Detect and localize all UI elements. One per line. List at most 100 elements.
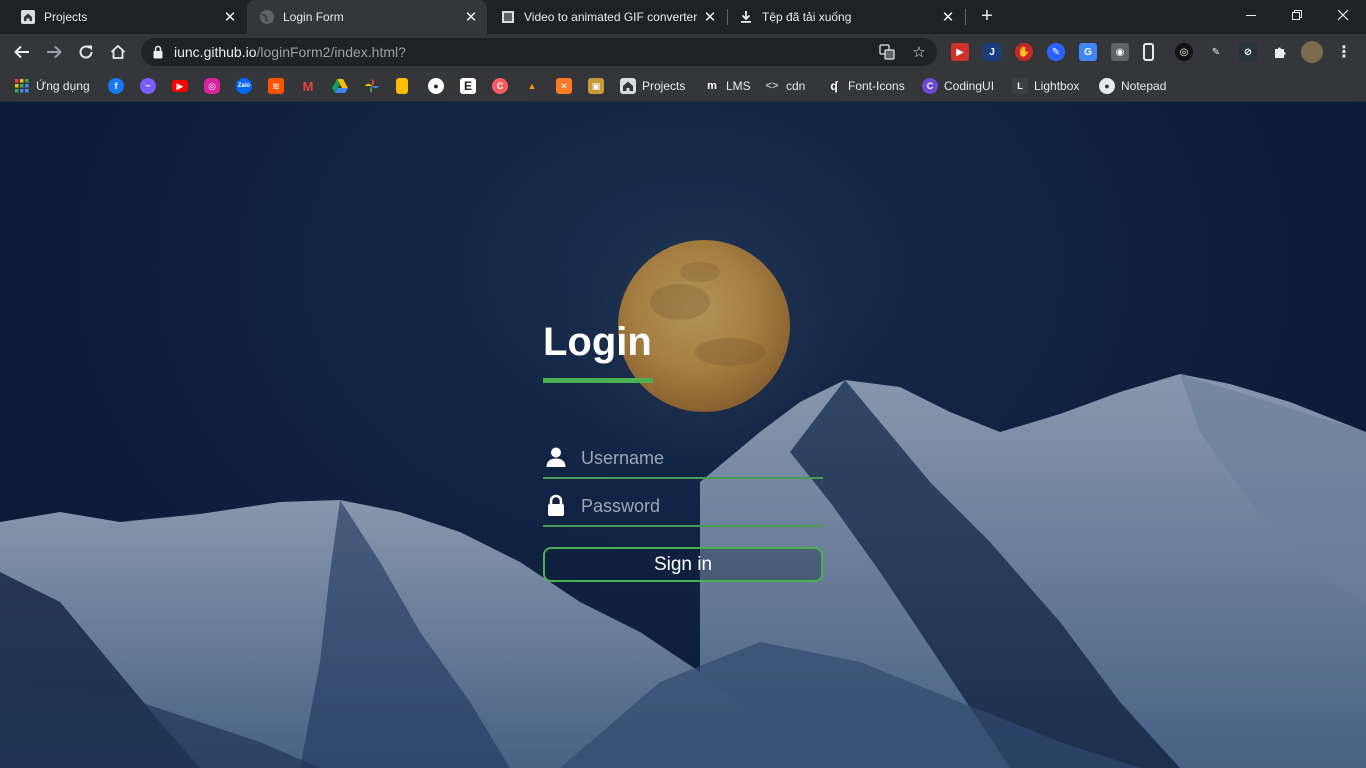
code-icon: <>: [765, 80, 779, 92]
bookmark-e[interactable]: E: [460, 76, 476, 96]
sign-in-button[interactable]: Sign in: [543, 547, 823, 582]
home-icon: [620, 78, 636, 94]
bookmark-gmail[interactable]: M: [300, 76, 316, 96]
close-icon: [1337, 9, 1349, 21]
codingui-icon: C: [922, 78, 938, 94]
title-underline: [543, 378, 653, 383]
home-button[interactable]: [106, 40, 130, 64]
back-button[interactable]: [10, 40, 34, 64]
freecodecamp-icon: ▲: [527, 81, 537, 91]
bookmark-lightbox[interactable]: L Lightbox: [1012, 76, 1079, 96]
bookmark-label: Projects: [642, 79, 686, 93]
font-icon: ʠ: [830, 79, 838, 93]
tab-title: Tệp đã tải xuống: [762, 10, 852, 24]
translate-icon[interactable]: [879, 44, 895, 60]
restore-button[interactable]: [1274, 0, 1320, 30]
close-icon[interactable]: ✕: [938, 7, 958, 27]
bookmark-projects[interactable]: Projects: [620, 76, 685, 96]
extension-icon[interactable]: ▶: [951, 43, 969, 61]
messenger-icon: ~: [140, 78, 156, 94]
address-bar[interactable]: iunc.github.io/loginForm2/index.html? ☆: [141, 38, 937, 66]
bookmark-codingui[interactable]: C CodingUI: [922, 76, 994, 96]
password-field: [543, 487, 823, 527]
zalo-icon: Zalo: [236, 78, 252, 94]
globe-icon: ●: [1099, 78, 1115, 94]
pen-icon[interactable]: ✎: [1207, 43, 1225, 61]
close-icon[interactable]: ✕: [700, 7, 720, 27]
gmail-icon: M: [302, 78, 314, 94]
page-viewport: Login Sign in: [0, 102, 1366, 768]
menu-icon[interactable]: ⋮: [1335, 43, 1353, 61]
tab-login-form[interactable]: Login Form ✕: [247, 0, 487, 34]
extension-icon[interactable]: ✎: [1047, 43, 1065, 61]
tab-downloads[interactable]: Tệp đã tải xuống ✕: [728, 0, 964, 34]
bookmark-drive[interactable]: [332, 76, 348, 96]
youtube-icon: ▶: [172, 80, 188, 92]
instagram-icon: ◎: [204, 78, 220, 94]
google-translate-icon[interactable]: G: [1079, 43, 1097, 61]
bookmark-cdn[interactable]: <> cdn: [764, 76, 806, 96]
bookmark-youtube[interactable]: ▶: [172, 76, 188, 96]
username-input[interactable]: [581, 445, 811, 471]
bookmark-photos[interactable]: [364, 76, 380, 96]
tab-title: Projects: [44, 10, 88, 24]
bookmark-lms[interactable]: m LMS: [704, 76, 751, 96]
extension-icon[interactable]: ✋: [1015, 43, 1033, 61]
bookmark-notepad[interactable]: ● Notepad: [1099, 76, 1166, 96]
bookmark-facebook[interactable]: f: [108, 76, 124, 96]
bookmark-box[interactable]: ▣: [588, 76, 604, 96]
avatar[interactable]: [1301, 41, 1323, 63]
browser-toolbar: iunc.github.io/loginForm2/index.html? ☆ …: [0, 34, 1366, 70]
bookmark-messenger[interactable]: ~: [140, 76, 156, 96]
home-icon: [110, 44, 126, 59]
url-text: iunc.github.io/loginForm2/index.html?: [174, 44, 406, 60]
extension-icon[interactable]: ◎: [1175, 43, 1193, 61]
download-icon: [738, 9, 754, 25]
bookmark-label: Notepad: [1121, 79, 1167, 93]
puzzle-icon[interactable]: [1271, 43, 1289, 61]
bookmark-apps[interactable]: Ứng dụng: [14, 76, 90, 96]
tab-gif-converter[interactable]: Video to animated GIF converter ✕: [488, 0, 726, 34]
bookmarks-bar: Ứng dụng f ~ ▶ ◎ Zalo ≋ M ● E C ▲ ✕ ▣ Pr…: [0, 70, 1366, 102]
bookmark-keep[interactable]: [396, 76, 408, 96]
forward-button[interactable]: [42, 40, 66, 64]
bookmark-font-icons[interactable]: ʠ Font-Icons: [826, 76, 904, 96]
lock-icon: [153, 45, 163, 59]
close-icon[interactable]: ✕: [461, 7, 481, 27]
reload-button[interactable]: [74, 40, 98, 64]
bookmark-label: cdn: [786, 79, 806, 93]
user-icon: [546, 447, 566, 467]
close-icon[interactable]: ✕: [220, 7, 240, 27]
tab-title: Login Form: [283, 10, 344, 24]
tab-separator: [965, 9, 966, 25]
xampp-icon: ✕: [556, 78, 572, 94]
bookmark-zalo[interactable]: Zalo: [236, 76, 252, 96]
camera-icon[interactable]: ◉: [1111, 43, 1129, 61]
username-field: [543, 439, 823, 479]
new-tab-button[interactable]: +: [976, 6, 998, 28]
tab-projects[interactable]: Projects ✕: [0, 0, 246, 34]
bookmark-circle[interactable]: C: [492, 76, 508, 96]
bookmark-freecodecamp[interactable]: ▲: [524, 76, 540, 96]
lms-icon: m: [707, 80, 717, 92]
url-host: iunc.github.io: [174, 44, 257, 60]
login-form: Login Sign in: [543, 318, 823, 582]
box-icon: ▣: [588, 78, 604, 94]
bookmark-instagram[interactable]: ◎: [204, 76, 220, 96]
mobile-icon[interactable]: [1143, 43, 1154, 61]
e-icon: E: [460, 78, 476, 94]
close-window-button[interactable]: [1320, 0, 1366, 30]
extension-icon[interactable]: J: [983, 43, 1001, 61]
bookmark-xampp[interactable]: ✕: [556, 76, 572, 96]
circle-icon: C: [492, 78, 508, 94]
login-title: Login: [543, 320, 652, 364]
password-input[interactable]: [581, 493, 811, 519]
bookmark-star-icon[interactable]: ☆: [911, 44, 927, 61]
extension-icon[interactable]: ⊘: [1239, 43, 1257, 61]
photos-icon: [364, 78, 380, 94]
bookmark-github[interactable]: ●: [428, 76, 444, 96]
bookmark-soundcloud[interactable]: ≋: [268, 76, 284, 96]
minimize-button[interactable]: [1228, 0, 1274, 30]
film-icon: [500, 9, 516, 25]
facebook-icon: f: [108, 78, 124, 94]
